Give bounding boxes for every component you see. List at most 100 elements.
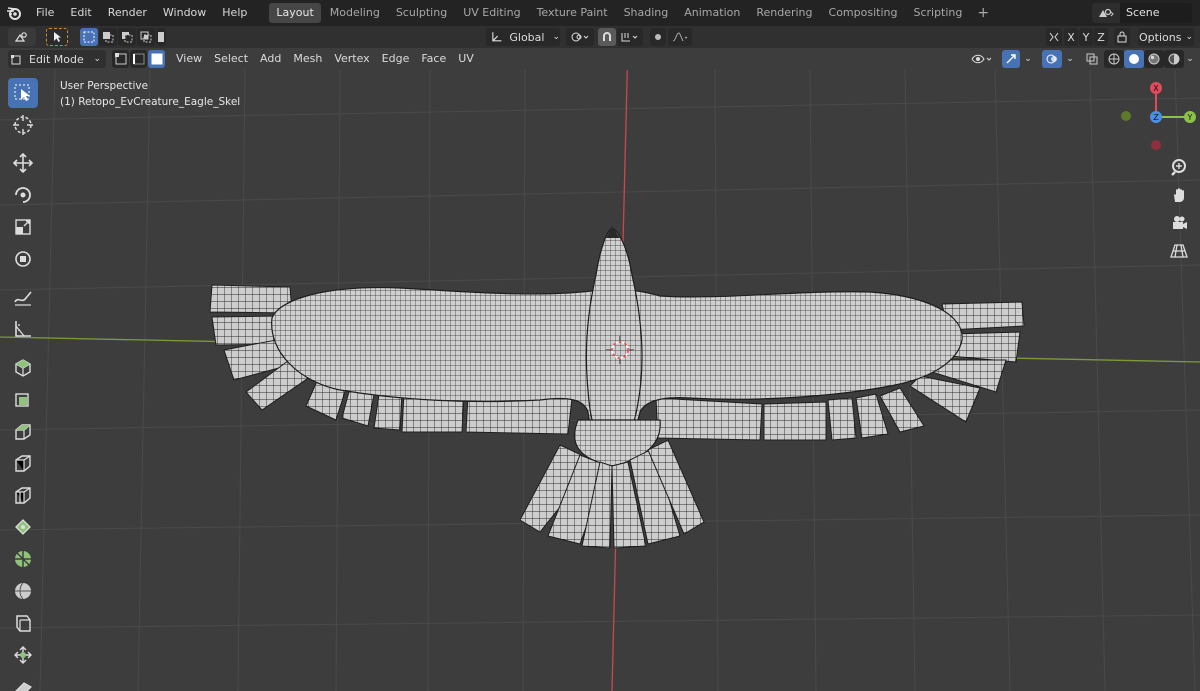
scene-name-field[interactable]: Scene bbox=[1120, 3, 1192, 23]
shear-icon bbox=[15, 682, 32, 691]
menu-face[interactable]: Face bbox=[415, 48, 452, 70]
extrude-tool[interactable] bbox=[8, 384, 38, 414]
menu-uv[interactable]: UV bbox=[452, 48, 480, 70]
bevel-tool[interactable] bbox=[8, 448, 38, 478]
tab-compositing[interactable]: Compositing bbox=[822, 3, 905, 23]
loop-cut-tool[interactable] bbox=[8, 480, 38, 510]
inset-tool[interactable] bbox=[8, 416, 38, 446]
tab-animation[interactable]: Animation bbox=[677, 3, 747, 23]
shrink-fatten-icon bbox=[14, 646, 32, 664]
move-tool[interactable] bbox=[8, 148, 38, 178]
select-mode-extend-icon[interactable] bbox=[99, 28, 117, 46]
editor-type-button[interactable] bbox=[8, 28, 36, 46]
shading-wireframe-icon[interactable] bbox=[1104, 50, 1124, 68]
perspective-toggle-icon[interactable] bbox=[1168, 240, 1190, 262]
spin-tool[interactable] bbox=[8, 576, 38, 606]
transform-tool[interactable] bbox=[8, 244, 38, 274]
orientation-icon bbox=[492, 32, 502, 42]
menu-view[interactable]: View bbox=[170, 48, 208, 70]
visibility-dropdown[interactable] bbox=[968, 50, 996, 68]
blender-logo-icon[interactable] bbox=[0, 0, 28, 26]
menu-vertex[interactable]: Vertex bbox=[328, 48, 375, 70]
select-mode-new-icon[interactable] bbox=[80, 28, 98, 46]
camera-view-icon[interactable] bbox=[1168, 212, 1190, 234]
edge-select-icon[interactable] bbox=[130, 50, 147, 68]
mode-label: Edit Mode bbox=[29, 52, 84, 66]
chevron-down-icon: ⌄ bbox=[552, 32, 560, 42]
tool-select-icon[interactable] bbox=[46, 28, 68, 46]
shading-rendered-icon[interactable] bbox=[1164, 50, 1184, 68]
tab-modeling[interactable]: Modeling bbox=[323, 3, 387, 23]
menu-edit[interactable]: Edit bbox=[62, 0, 99, 26]
extrude-icon bbox=[15, 393, 29, 407]
menu-file[interactable]: File bbox=[28, 0, 62, 26]
mirror-y-toggle[interactable]: Y bbox=[1079, 28, 1093, 46]
lock-icon[interactable] bbox=[1114, 28, 1130, 46]
chevron-down-icon: ⌄ bbox=[1066, 54, 1074, 64]
measure-tool[interactable] bbox=[8, 314, 38, 344]
shrink-fatten-tool[interactable] bbox=[8, 640, 38, 670]
overlays-toggle-icon[interactable] bbox=[1042, 50, 1062, 68]
add-workspace-button[interactable]: + bbox=[971, 5, 995, 21]
eagle-mesh[interactable] bbox=[209, 226, 1025, 549]
overlays-dropdown[interactable]: ⌄ bbox=[1063, 50, 1077, 68]
menu-mesh[interactable]: Mesh bbox=[287, 48, 328, 70]
annotate-tool[interactable] bbox=[8, 282, 38, 312]
transform-orientation-dropdown[interactable]: Global ⌄ bbox=[486, 28, 560, 46]
scale-tool[interactable] bbox=[8, 212, 38, 242]
pivot-point-dropdown[interactable] bbox=[566, 28, 594, 46]
gizmo-dropdown[interactable]: ⌄ bbox=[1021, 50, 1035, 68]
add-cube-tool[interactable] bbox=[8, 352, 38, 382]
tab-layout[interactable]: Layout bbox=[269, 3, 321, 23]
smooth-tool[interactable] bbox=[8, 608, 38, 638]
chevron-down-icon: ⌄ bbox=[1024, 54, 1032, 64]
select-box-tool[interactable] bbox=[8, 78, 38, 108]
shear-tool[interactable] bbox=[8, 672, 38, 691]
snap-toggle-icon[interactable] bbox=[598, 28, 616, 46]
vertex-select-icon[interactable] bbox=[112, 50, 129, 68]
poly-build-tool[interactable] bbox=[8, 544, 38, 574]
gizmo-toggle-icon[interactable] bbox=[1002, 50, 1020, 68]
chevron-down-icon: ⌄ bbox=[1185, 32, 1193, 42]
tab-scripting[interactable]: Scripting bbox=[906, 3, 969, 23]
falloff-dropdown[interactable] bbox=[668, 28, 692, 46]
menu-render[interactable]: Render bbox=[100, 0, 155, 26]
tab-shading[interactable]: Shading bbox=[617, 3, 676, 23]
proportional-edit-icon[interactable] bbox=[650, 28, 666, 46]
tab-texture-paint[interactable]: Texture Paint bbox=[530, 3, 615, 23]
zoom-icon[interactable] bbox=[1168, 156, 1190, 178]
tab-rendering[interactable]: Rendering bbox=[749, 3, 819, 23]
3d-viewport[interactable] bbox=[0, 70, 1200, 691]
rotate-tool[interactable] bbox=[8, 180, 38, 210]
face-select-icon[interactable] bbox=[148, 50, 165, 68]
select-mode-invert-icon[interactable] bbox=[156, 28, 166, 46]
navigation-gizmo[interactable]: X Y Z bbox=[1112, 76, 1196, 156]
gizmo-neg-y-axis[interactable] bbox=[1121, 111, 1131, 121]
shading-dropdown[interactable]: ⌄ bbox=[1184, 50, 1196, 68]
shading-solid-icon[interactable] bbox=[1124, 50, 1144, 68]
select-mode-subtract-icon[interactable] bbox=[118, 28, 136, 46]
select-mode-intersect-icon[interactable] bbox=[137, 28, 155, 46]
menu-add[interactable]: Add bbox=[254, 48, 287, 70]
xray-toggle-icon[interactable] bbox=[1084, 50, 1100, 68]
smooth-icon bbox=[16, 615, 31, 632]
options-dropdown[interactable]: Options ⌄ bbox=[1138, 28, 1194, 46]
menu-window[interactable]: Window bbox=[155, 0, 214, 26]
mirror-x-toggle[interactable]: X bbox=[1064, 28, 1078, 46]
menu-help[interactable]: Help bbox=[214, 0, 255, 26]
snap-target-dropdown[interactable] bbox=[617, 28, 643, 46]
cursor-tool[interactable] bbox=[8, 110, 38, 140]
mirror-icon[interactable] bbox=[1046, 28, 1062, 46]
menu-edge[interactable]: Edge bbox=[376, 48, 416, 70]
pan-hand-icon[interactable] bbox=[1168, 184, 1190, 206]
shading-material-icon[interactable] bbox=[1144, 50, 1164, 68]
mode-dropdown[interactable]: Edit Mode ⌄ bbox=[8, 50, 106, 68]
menu-select[interactable]: Select bbox=[208, 48, 254, 70]
mirror-z-toggle[interactable]: Z bbox=[1094, 28, 1108, 46]
knife-tool[interactable] bbox=[8, 512, 38, 542]
gizmo-neg-x-axis[interactable] bbox=[1151, 140, 1161, 150]
tab-sculpting[interactable]: Sculpting bbox=[389, 3, 454, 23]
scene-selector[interactable]: Scene bbox=[1092, 3, 1192, 23]
scene-icon[interactable] bbox=[1092, 3, 1120, 23]
tab-uv-editing[interactable]: UV Editing bbox=[456, 3, 527, 23]
